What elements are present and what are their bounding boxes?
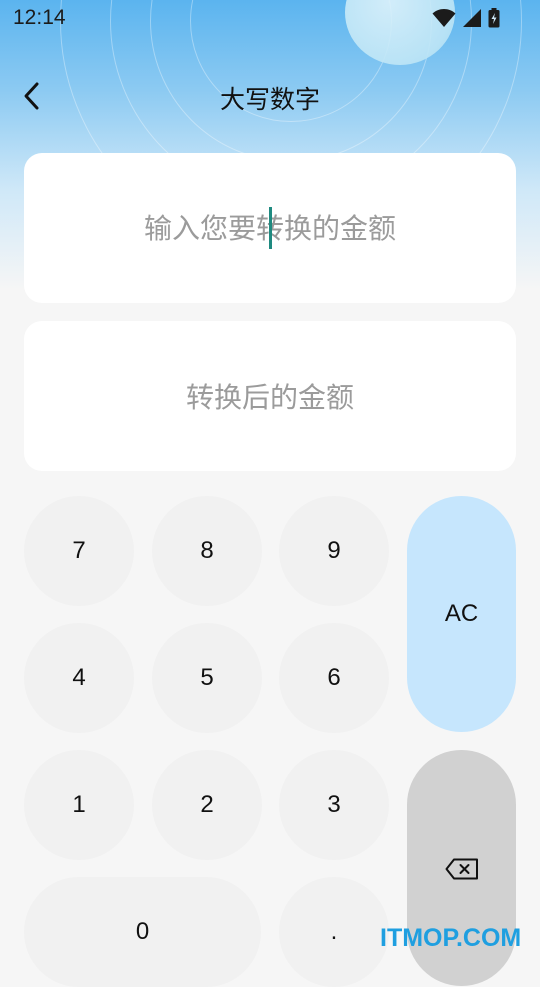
cellular-signal-icon bbox=[463, 9, 481, 27]
wifi-icon bbox=[432, 9, 456, 27]
battery-charging-icon bbox=[488, 8, 500, 28]
key-5[interactable]: 5 bbox=[152, 623, 262, 733]
key-8[interactable]: 8 bbox=[152, 496, 262, 606]
status-icons bbox=[432, 8, 500, 28]
status-bar: 12:14 bbox=[0, 0, 540, 38]
key-2[interactable]: 2 bbox=[152, 750, 262, 860]
key-3[interactable]: 3 bbox=[279, 750, 389, 860]
app-header: 大写数字 bbox=[0, 70, 540, 122]
page-title: 大写数字 bbox=[219, 85, 320, 114]
key-1[interactable]: 1 bbox=[24, 750, 134, 860]
result-text: 转换后的金额 bbox=[185, 381, 354, 414]
key-0[interactable]: 0 bbox=[24, 877, 261, 987]
key-dot[interactable]: . bbox=[279, 877, 389, 987]
key-7[interactable]: 7 bbox=[24, 496, 134, 606]
key-9[interactable]: 9 bbox=[279, 496, 389, 606]
status-time: 12:14 bbox=[13, 6, 66, 29]
result-card: 转换后的金额 bbox=[24, 321, 516, 471]
clear-button[interactable]: AC bbox=[407, 496, 516, 732]
backspace-icon bbox=[445, 858, 478, 880]
key-6[interactable]: 6 bbox=[279, 623, 389, 733]
key-4[interactable]: 4 bbox=[24, 623, 134, 733]
text-caret bbox=[269, 207, 272, 249]
amount-input-card[interactable] bbox=[24, 153, 516, 303]
watermark-text: ITMOP.COM bbox=[380, 924, 522, 952]
